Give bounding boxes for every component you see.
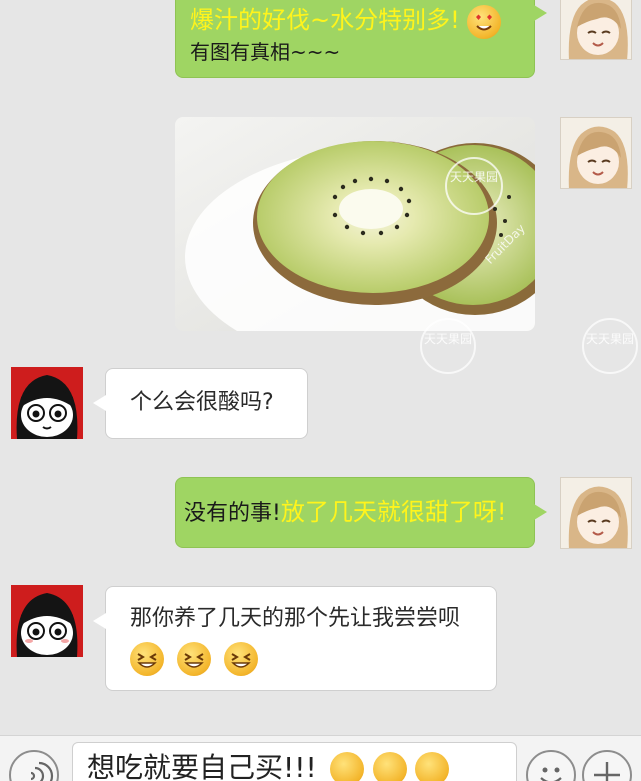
- heart-eyes-face-icon: [466, 5, 501, 39]
- kiwi-photo[interactable]: 天天果园 FruitDay: [175, 117, 535, 331]
- my-avatar[interactable]: [560, 0, 632, 60]
- message-text: 那你养了几天的那个先让我尝尝呗: [130, 606, 461, 631]
- message-input[interactable]: 想吃就要自己买!!!: [72, 742, 517, 781]
- plus-icon: [594, 762, 620, 781]
- message-text: 有图有真相~~~: [190, 40, 341, 64]
- voice-button[interactable]: [9, 750, 59, 781]
- message-text-highlight: 放了几天就很甜了呀!: [280, 498, 507, 526]
- smiley-icon: [540, 767, 562, 781]
- more-button[interactable]: [582, 750, 632, 781]
- message-input-text: 想吃就要自己买!!!: [87, 751, 317, 781]
- emoji-button[interactable]: [526, 750, 576, 781]
- background-watermark: 天天果园: [420, 318, 476, 374]
- input-bar: 想吃就要自己买!!!: [0, 735, 641, 781]
- grinning-squint-face-icon: [224, 642, 258, 676]
- my-avatar[interactable]: [560, 477, 632, 549]
- grinning-squint-face-icon: [130, 642, 164, 676]
- sent-message-bubble[interactable]: 没有的事!放了几天就很甜了呀!: [175, 477, 547, 548]
- sent-message-bubble[interactable]: 爆汁的好伐~水分特别多! 有图有真相~~~: [175, 0, 547, 78]
- grinning-squint-face-icon: [177, 642, 211, 676]
- message-text: 个么会很酸吗?: [130, 390, 274, 415]
- my-avatar[interactable]: [560, 117, 632, 189]
- sweat-smile-face-icon: [329, 752, 364, 781]
- sweat-smile-face-icon: [372, 752, 407, 781]
- friend-avatar[interactable]: [11, 585, 83, 657]
- message-text: 没有的事!: [184, 501, 281, 526]
- sweat-smile-face-icon: [415, 752, 450, 781]
- received-message-bubble[interactable]: 个么会很酸吗?: [93, 368, 308, 439]
- chat-history[interactable]: 爆汁的好伐~水分特别多! 有图有真相~~~ 天天果园 FruitDay 个么会很…: [0, 0, 641, 735]
- friend-avatar[interactable]: [11, 367, 83, 439]
- photo-watermark: 天天果园: [445, 157, 503, 215]
- voice-icon: [30, 761, 54, 781]
- background-watermark: 天天果园: [582, 318, 638, 374]
- received-message-bubble[interactable]: 那你养了几天的那个先让我尝尝呗: [93, 586, 497, 691]
- message-text-highlight: 爆汁的好伐~水分特别多!: [190, 6, 460, 34]
